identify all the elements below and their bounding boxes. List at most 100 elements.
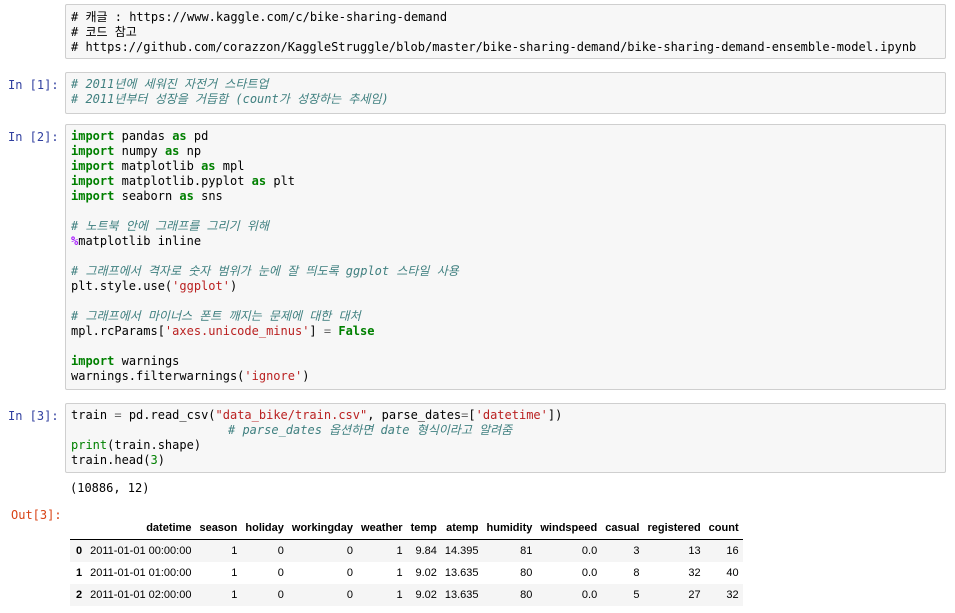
code-line-import: import seaborn as sns bbox=[71, 189, 940, 204]
code-line-print: print(train.shape) bbox=[71, 438, 940, 453]
code-line-import: import matplotlib.pyplot as plt bbox=[71, 174, 940, 189]
cell-editor[interactable]: # 2011년에 세워진 자전거 스타트업 # 2011년부터 성장을 거듭함 … bbox=[65, 72, 946, 114]
code-line-warnings: warnings.filterwarnings('ignore') bbox=[71, 369, 940, 384]
keyword: import bbox=[71, 144, 115, 158]
module-name: pandas bbox=[121, 129, 165, 143]
code-line-rcparams: mpl.rcParams['axes.unicode_minus'] = Fal… bbox=[71, 324, 940, 339]
column-header: registered bbox=[643, 517, 705, 540]
table-cell: 13.635 bbox=[444, 567, 479, 579]
column-header: humidity bbox=[482, 517, 537, 540]
table-cell: 9.02 bbox=[415, 589, 437, 601]
code-text: (train.shape) bbox=[107, 438, 202, 452]
string-literal: "data_bike/train.csv" bbox=[215, 408, 368, 422]
column-header: datetime bbox=[86, 517, 196, 540]
code-text: ] bbox=[309, 324, 324, 338]
table-cell: 9.84 bbox=[415, 545, 437, 557]
stdout-output: (10886, 12) bbox=[70, 481, 150, 495]
table-cell: 80 bbox=[520, 589, 533, 601]
code-line-read-csv: train = pd.read_csv("data_bike/train.csv… bbox=[71, 408, 940, 423]
column-header: workingday bbox=[287, 517, 358, 540]
comment-line: # parse_dates 옵션하면 date 형식이라고 알려줌 bbox=[228, 423, 513, 437]
code-line-magic: %matplotlib inline bbox=[71, 234, 940, 249]
table-cell: 32 bbox=[688, 567, 701, 579]
code-reference-line: # 코드 참고 bbox=[71, 25, 137, 39]
table-cell: 0 bbox=[277, 567, 284, 579]
code-line-import: import pandas as pd bbox=[71, 129, 940, 144]
table-cell: 1 bbox=[396, 589, 403, 601]
cell-editor[interactable]: # 캐글 : https://www.kaggle.com/c/bike-sha… bbox=[65, 4, 946, 59]
kaggle-link-line: # 캐글 : https://www.kaggle.com/c/bike-sha… bbox=[71, 10, 448, 24]
table-cell: 32 bbox=[726, 589, 739, 601]
code-text: warnings.filterwarnings( bbox=[71, 369, 245, 383]
table-cell: 14.395 bbox=[444, 545, 479, 557]
string-literal: 'ggplot' bbox=[172, 279, 230, 293]
string-literal: 'datetime' bbox=[475, 408, 548, 422]
string-literal: 'axes.unicode_minus' bbox=[164, 324, 310, 338]
column-header: atemp bbox=[440, 517, 483, 540]
operator: = bbox=[114, 408, 122, 422]
keyword: as bbox=[179, 189, 194, 203]
code-line-import: import matplotlib as mpl bbox=[71, 159, 940, 174]
table-cell: 27 bbox=[688, 589, 701, 601]
keyword: False bbox=[338, 324, 375, 338]
code-text: train.head( bbox=[71, 453, 151, 467]
table-cell: 5 bbox=[633, 589, 640, 601]
table-cell: 0.0 bbox=[581, 567, 598, 579]
comment-line: # 2011년에 세워진 자전거 스타트업 bbox=[71, 77, 269, 91]
code-text: [ bbox=[468, 408, 476, 422]
input-prompt: In [1]: bbox=[8, 78, 59, 92]
column-header: temp bbox=[406, 517, 441, 540]
column-header: casual bbox=[601, 517, 644, 540]
operator: = bbox=[323, 324, 332, 338]
table-cell: 2011-01-01 02:00:00 bbox=[90, 589, 192, 601]
code-text: train bbox=[71, 408, 115, 422]
column-header: season bbox=[195, 517, 242, 540]
code-line-import: import numpy as np bbox=[71, 144, 940, 159]
input-prompt: In [3]: bbox=[8, 409, 59, 423]
module-name: warnings bbox=[121, 354, 180, 368]
github-link-line: # https://github.com/corazzon/KaggleStru… bbox=[71, 40, 917, 54]
table-cell: 1 bbox=[396, 545, 403, 557]
keyword: import bbox=[71, 159, 115, 173]
column-header: holiday bbox=[241, 517, 288, 540]
index-header bbox=[70, 517, 87, 540]
table-cell: 16 bbox=[726, 545, 739, 557]
code-line-head: train.head(3) bbox=[71, 453, 940, 468]
table-cell: 1 bbox=[231, 545, 238, 557]
dataframe-table: datetime season holiday workingday weath… bbox=[70, 517, 743, 606]
code-text: plt.style.use( bbox=[71, 279, 173, 293]
code-text: , parse_dates bbox=[367, 408, 462, 422]
column-header: weather bbox=[357, 517, 407, 540]
cell-editor[interactable]: import pandas as pd import numpy as np i… bbox=[65, 124, 946, 390]
table-cell: 8 bbox=[633, 567, 640, 579]
table-cell: 0.0 bbox=[581, 545, 598, 557]
code-text: pd.read_csv( bbox=[121, 408, 216, 422]
row-index: 1 bbox=[76, 567, 83, 579]
code-text: ) bbox=[157, 453, 165, 467]
keyword: as bbox=[201, 159, 216, 173]
module-name: matplotlib bbox=[121, 159, 194, 173]
table-cell: 1 bbox=[231, 589, 238, 601]
string-literal: 'ignore' bbox=[244, 369, 303, 383]
alias: sns bbox=[201, 189, 223, 203]
row-index: 2 bbox=[76, 589, 83, 601]
builtin-print: print bbox=[71, 438, 108, 452]
table-header-row: datetime season holiday workingday weath… bbox=[70, 517, 743, 540]
code-text: ]) bbox=[547, 408, 563, 422]
row-index: 0 bbox=[76, 545, 83, 557]
table-cell: 3 bbox=[633, 545, 640, 557]
keyword: import bbox=[71, 129, 115, 143]
keyword: as bbox=[164, 144, 180, 158]
keyword: import bbox=[71, 189, 115, 203]
output-prompt: Out[3]: bbox=[11, 508, 62, 522]
table-cell: 40 bbox=[726, 567, 739, 579]
comment-line: # 그래프에서 마이너스 폰트 깨지는 문제에 대한 대처 bbox=[71, 309, 361, 323]
number-literal: 3 bbox=[150, 453, 158, 467]
cell-editor[interactable]: train = pd.read_csv("data_bike/train.csv… bbox=[65, 403, 946, 473]
table-cell: 1 bbox=[396, 567, 403, 579]
comment-line: # 노트북 안에 그래프를 그리기 위해 bbox=[71, 219, 269, 233]
table-cell: 80 bbox=[520, 567, 533, 579]
code-text: ) bbox=[302, 369, 310, 383]
